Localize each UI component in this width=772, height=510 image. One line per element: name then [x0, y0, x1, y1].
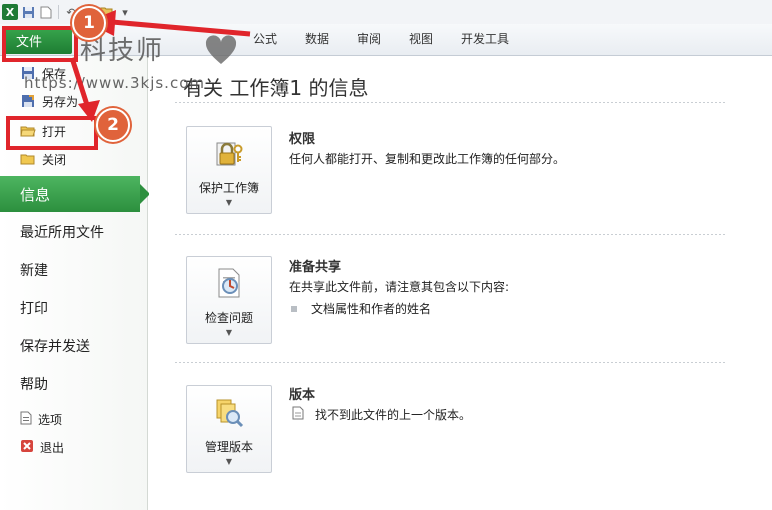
list-item-text: 文档属性和作者的姓名 — [311, 302, 432, 316]
step-badge-1: 1 — [72, 6, 106, 40]
tab-review[interactable]: 审阅 — [357, 30, 381, 47]
watermark-url: https://www.3kjs.com — [24, 74, 205, 92]
versions-icon — [213, 396, 245, 428]
step-badge-2: 2 — [96, 108, 130, 142]
protect-workbook-label: 保护工作簿 — [198, 181, 259, 195]
page-title: 有关 工作簿1 的信息 — [183, 76, 369, 100]
divider — [175, 362, 727, 363]
info-pane: 有关 工作簿1 的信息 保护工作簿 ▼ 权限 任何人都能打开、复制和更改此工作簿… — [149, 56, 772, 510]
divider — [175, 234, 727, 235]
manage-versions-label: 管理版本 — [204, 440, 253, 454]
prepare-description: 在共享此文件前，请注意其包含以下内容: — [289, 280, 510, 294]
nav-help[interactable]: 帮助 — [0, 366, 146, 402]
nav-recent[interactable]: 最近所用文件 — [0, 214, 146, 250]
heart-icon — [205, 35, 237, 64]
tab-formulas[interactable]: 公式 — [253, 30, 277, 47]
version-document-icon — [291, 406, 305, 423]
inspect-document-icon — [213, 267, 245, 299]
chevron-down-icon: ▼ — [225, 198, 233, 207]
toolbar-separator — [58, 5, 59, 19]
list-item: 文档属性和作者的姓名 — [291, 300, 431, 317]
close-folder-icon — [20, 151, 36, 167]
options-icon — [20, 411, 32, 428]
check-issues-button[interactable]: 检查问题 ▼ — [186, 256, 272, 344]
check-issues-label: 检查问题 — [204, 311, 253, 325]
bullet-square-icon — [291, 305, 297, 312]
highlight-file-tab — [2, 26, 78, 62]
versions-description: 找不到此文件的上一个版本。 — [291, 406, 471, 423]
nav-save-as-label: 另存为 — [42, 94, 79, 109]
permissions-heading: 权限 — [289, 132, 316, 147]
customize-icon[interactable]: ▾ — [117, 4, 133, 20]
exit-icon — [20, 439, 34, 456]
nav-exit-label: 退出 — [40, 440, 65, 455]
nav-new[interactable]: 新建 — [0, 252, 146, 288]
nav-options[interactable]: 选项 — [0, 406, 146, 432]
manage-versions-button[interactable]: 管理版本 ▼ — [186, 385, 272, 473]
quick-access-toolbar: X ↶ ↷ ▾ — [0, 0, 772, 24]
permissions-description: 任何人都能打开、复制和更改此工作簿的任何部分。 — [289, 152, 566, 166]
nav-save-send[interactable]: 保存并发送 — [0, 328, 146, 364]
nav-close-label: 关闭 — [42, 152, 67, 167]
versions-description-text: 找不到此文件的上一个版本。 — [315, 408, 472, 422]
tab-data[interactable]: 数据 — [305, 30, 329, 47]
protect-workbook-button[interactable]: 保护工作簿 ▼ — [186, 126, 272, 214]
chevron-down-icon: ▼ — [225, 328, 233, 337]
nav-info[interactable]: 信息 — [0, 176, 150, 212]
nav-exit[interactable]: 退出 — [0, 434, 146, 460]
new-icon[interactable] — [38, 4, 54, 20]
nav-print[interactable]: 打印 — [0, 290, 146, 326]
lock-key-icon — [213, 137, 245, 169]
versions-heading: 版本 — [289, 388, 316, 403]
save-as-icon — [20, 93, 36, 109]
prepare-heading: 准备共享 — [289, 260, 342, 275]
nav-options-label: 选项 — [38, 412, 63, 427]
save-icon[interactable] — [20, 4, 36, 20]
chevron-down-icon: ▼ — [225, 457, 233, 466]
highlight-open-item — [6, 116, 98, 150]
tab-view[interactable]: 视图 — [409, 30, 433, 47]
tab-developer[interactable]: 开发工具 — [461, 30, 509, 47]
divider — [175, 102, 727, 103]
excel-icon: X — [2, 4, 18, 20]
